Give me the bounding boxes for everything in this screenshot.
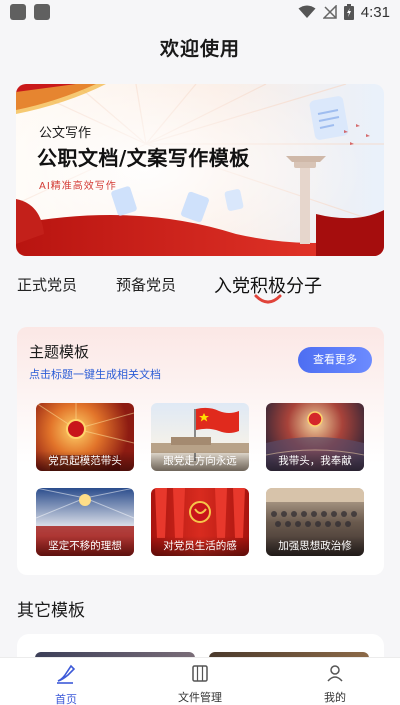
- tab-formal-member[interactable]: 正式党员: [17, 274, 77, 295]
- no-signal-icon: [322, 5, 337, 19]
- banner-subtitle: AI精准高效写作: [39, 181, 117, 192]
- tab-probationary-member[interactable]: 预备党员: [116, 274, 176, 295]
- other-templates-title: 其它模板: [17, 601, 85, 621]
- section-subtitle: 点击标题一键生成相关文档: [29, 368, 161, 381]
- tile-label: 跟党走方向永远: [151, 451, 249, 471]
- page-title: 欢迎使用: [159, 38, 240, 60]
- promo-banner[interactable]: 公文写作 公职文档/文案写作模板 AI精准高效写作: [16, 84, 384, 256]
- view-more-button[interactable]: 查看更多: [298, 347, 372, 373]
- tab-file-management[interactable]: 文件管理: [150, 664, 250, 705]
- tile-label: 党员起模范带头: [36, 451, 134, 471]
- template-tile[interactable]: 党员起模范带头: [36, 403, 134, 471]
- status-bar: 4:31: [0, 0, 400, 24]
- banner-title: 公职文档/文案写作模板: [37, 146, 250, 170]
- home-pen-icon: [57, 664, 76, 684]
- tab-file-management-label: 文件管理: [178, 691, 222, 704]
- file-cabinet-icon: [192, 665, 208, 682]
- template-tile[interactable]: 加强思想政治修: [266, 488, 364, 556]
- template-tile[interactable]: 跟党走方向永远: [151, 403, 249, 471]
- tile-label: 对党员生活的感: [151, 536, 249, 556]
- wifi-icon: [298, 5, 316, 18]
- category-tabs: 正式党员 预备党员 入党积极分子: [0, 270, 400, 310]
- battery-charging-icon: [343, 4, 354, 20]
- tab-home[interactable]: 首页: [16, 664, 116, 705]
- notification-icon: [34, 4, 50, 20]
- tile-label: 加强思想政治修: [266, 536, 364, 556]
- banner-tag: 公文写作: [39, 126, 92, 141]
- theme-templates-card: 主题模板 点击标题一键生成相关文档 查看更多 党员起模范带头 跟党走方向永远 我…: [17, 327, 384, 575]
- tab-home-label: 首页: [55, 693, 77, 705]
- notification-icon: [10, 4, 26, 20]
- bottom-tab-bar: 首页 文件管理 我的: [0, 657, 400, 705]
- template-tile[interactable]: 对党员生活的感: [151, 488, 249, 556]
- active-tab-indicator: [254, 294, 282, 304]
- template-tile[interactable]: 我带头，我奉献: [266, 403, 364, 471]
- section-title: 主题模板: [29, 343, 90, 361]
- user-icon: [327, 665, 343, 682]
- template-tile[interactable]: 坚定不移的理想: [36, 488, 134, 556]
- tab-profile[interactable]: 我的: [285, 664, 385, 705]
- clock: 4:31: [360, 3, 390, 21]
- tab-profile-label: 我的: [324, 691, 346, 704]
- tile-label: 坚定不移的理想: [36, 536, 134, 556]
- tile-label: 我带头，我奉献: [266, 451, 364, 471]
